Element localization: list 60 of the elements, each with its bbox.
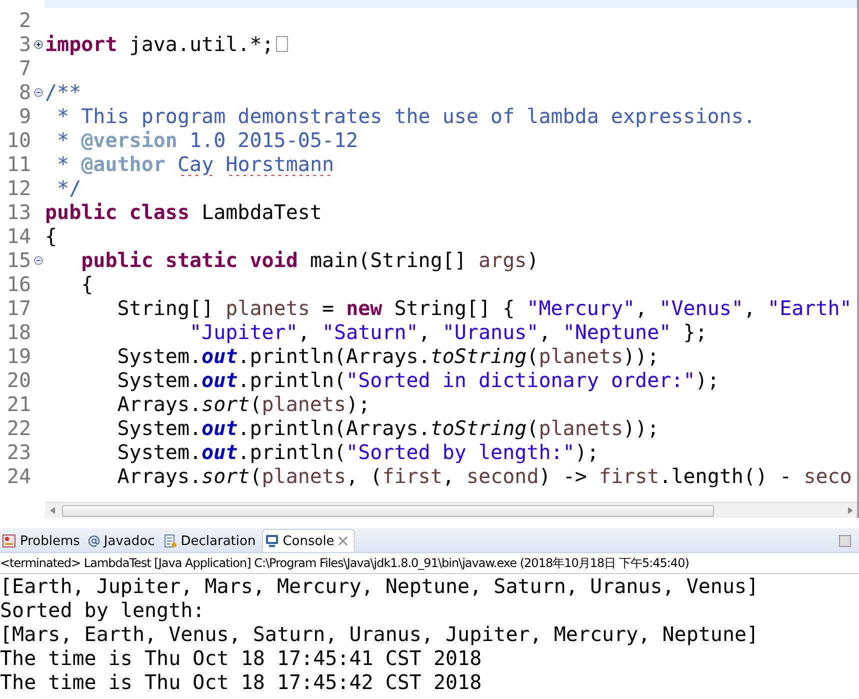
code-line: Arrays.sort(planets); [116,392,370,416]
monitor-icon [264,534,279,548]
code-line: * @author Cay Horstmann [56,152,334,176]
console-output-line: The time is Thu Oct 18 17:45:42 CST 2018 [0,670,483,694]
line-number: 23 [6,440,31,464]
close-icon[interactable] [338,536,348,546]
code-line: public class LambdaTest [45,200,322,224]
code-line: System.out.println("Sorted by length:"); [116,440,599,464]
code-line: System.out.println(Arrays.toString(planets)); [116,344,660,368]
console-header: <terminated> LambdaTest [Java Application] C:\Program Files\Java\jdk1.8.0_91\bin\javaw.exe (2018年10月18日 下午5:45:40) [0,553,859,574]
code-line: String[] planets = new String[] { "Mercury", "Venus", "Earth" [116,296,852,320]
code-line: { [45,224,58,248]
console-output-line: The time is Thu Oct 18 17:45:41 CST 2018 [0,646,483,670]
view-tab[interactable]: Problems [0,530,86,552]
expand-icon[interactable] [34,40,42,48]
code-line: System.out.println("Sorted in dictionary order:"); [116,368,720,392]
code-line: Arrays.sort(planets, (first, second) -> first.length() - seco [116,464,852,488]
line-number: 7 [18,56,31,80]
code-line: import java.util.*; [45,32,274,56]
line-number: 8 [18,80,31,104]
line-number: 17 [6,296,31,320]
scrollbar-thumb[interactable] [62,504,714,516]
line-number: 20 [6,368,31,392]
line-number: 24 [6,464,31,488]
line-number: 16 [6,272,31,296]
line-number: 21 [6,392,31,416]
code-line: */ [56,176,82,200]
view-tab[interactable]: Console [262,529,356,552]
line-number: 12 [6,176,31,200]
problems-icon [2,534,16,548]
line-number: 3 [18,32,31,56]
collapse-icon[interactable] [34,256,42,264]
line-number: 9 [18,104,31,128]
console-output-line: [Mars, Earth, Venus, Saturn, Uranus, Jupiter, Mercury, Neptune] [0,622,760,646]
collapse-icon[interactable] [34,88,42,96]
view-tab[interactable]: Javadoc [86,530,161,552]
line-number: 19 [6,344,31,368]
folded-code-marker[interactable] [276,36,288,52]
console-output-line: Sorted by length: [0,598,206,622]
code-line: { [80,272,94,296]
line-number: 22 [6,416,31,440]
line-number: 10 [6,128,31,152]
line-number: 13 [6,200,31,224]
code-line: * @version 1.0 2015-05-12 [56,128,358,152]
code-line: "Jupiter", "Saturn", "Uranus", "Neptune" }; [188,320,708,344]
line-number: 11 [6,152,31,176]
code-line: /** [45,80,82,104]
line-number: 2 [18,8,31,32]
at-sign-icon [88,535,100,547]
document-icon [162,534,177,548]
code-line: System.out.println(Arrays.toString(planets)); [116,416,660,440]
view-tab[interactable]: Declaration [160,530,262,552]
code-line: public static void main(String[] args) [80,248,539,272]
minimize-button[interactable] [839,535,851,547]
line-number: 14 [6,224,31,248]
line-number: 15 [6,248,31,272]
line-number: 18 [6,320,31,344]
console-output-line: [Earth, Jupiter, Mars, Mercury, Neptune, Saturn, Uranus, Venus] [0,574,760,598]
horizontal-scrollbar[interactable] [45,502,857,518]
code-line: * This program demonstrates the use of lambda expressions. [56,104,756,128]
